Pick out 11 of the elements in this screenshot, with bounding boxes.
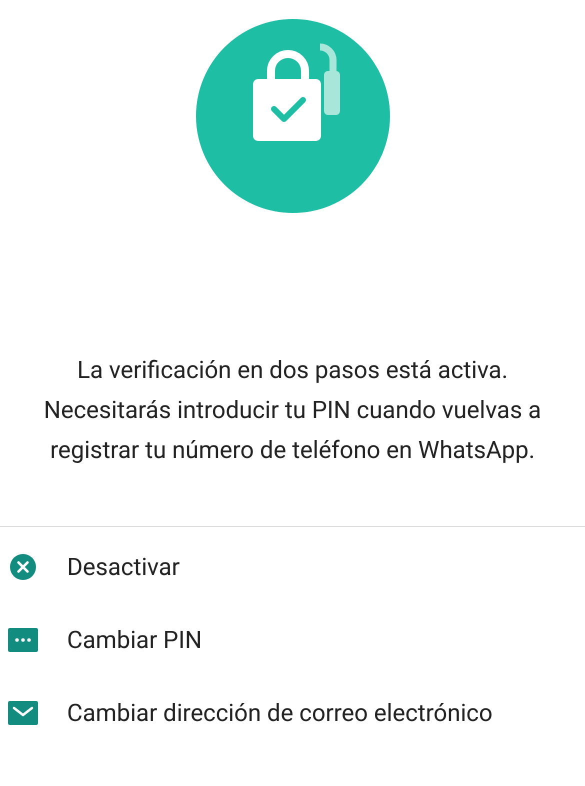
menu-item-label: Desactivar <box>67 552 180 580</box>
menu-item[interactable]: Desactivar <box>0 530 585 603</box>
menu-item-label: Cambiar PIN <box>67 626 202 654</box>
envelope-icon <box>8 700 38 724</box>
menu-item-label: Cambiar dirección de correo electrónico <box>67 698 493 726</box>
padlock-check-icon <box>196 19 390 213</box>
close-icon <box>10 554 36 580</box>
password-icon <box>8 628 38 652</box>
menu-item[interactable]: Cambiar PIN <box>0 603 585 676</box>
status-message: La verificación en dos pasos está activa. Necesitarás introducir tu PIN cuando vuelvas a registrar tu número de teléfono en WhatsApp. <box>42 355 542 466</box>
menu-item[interactable]: Cambiar dirección de correo electrónico <box>0 676 585 749</box>
